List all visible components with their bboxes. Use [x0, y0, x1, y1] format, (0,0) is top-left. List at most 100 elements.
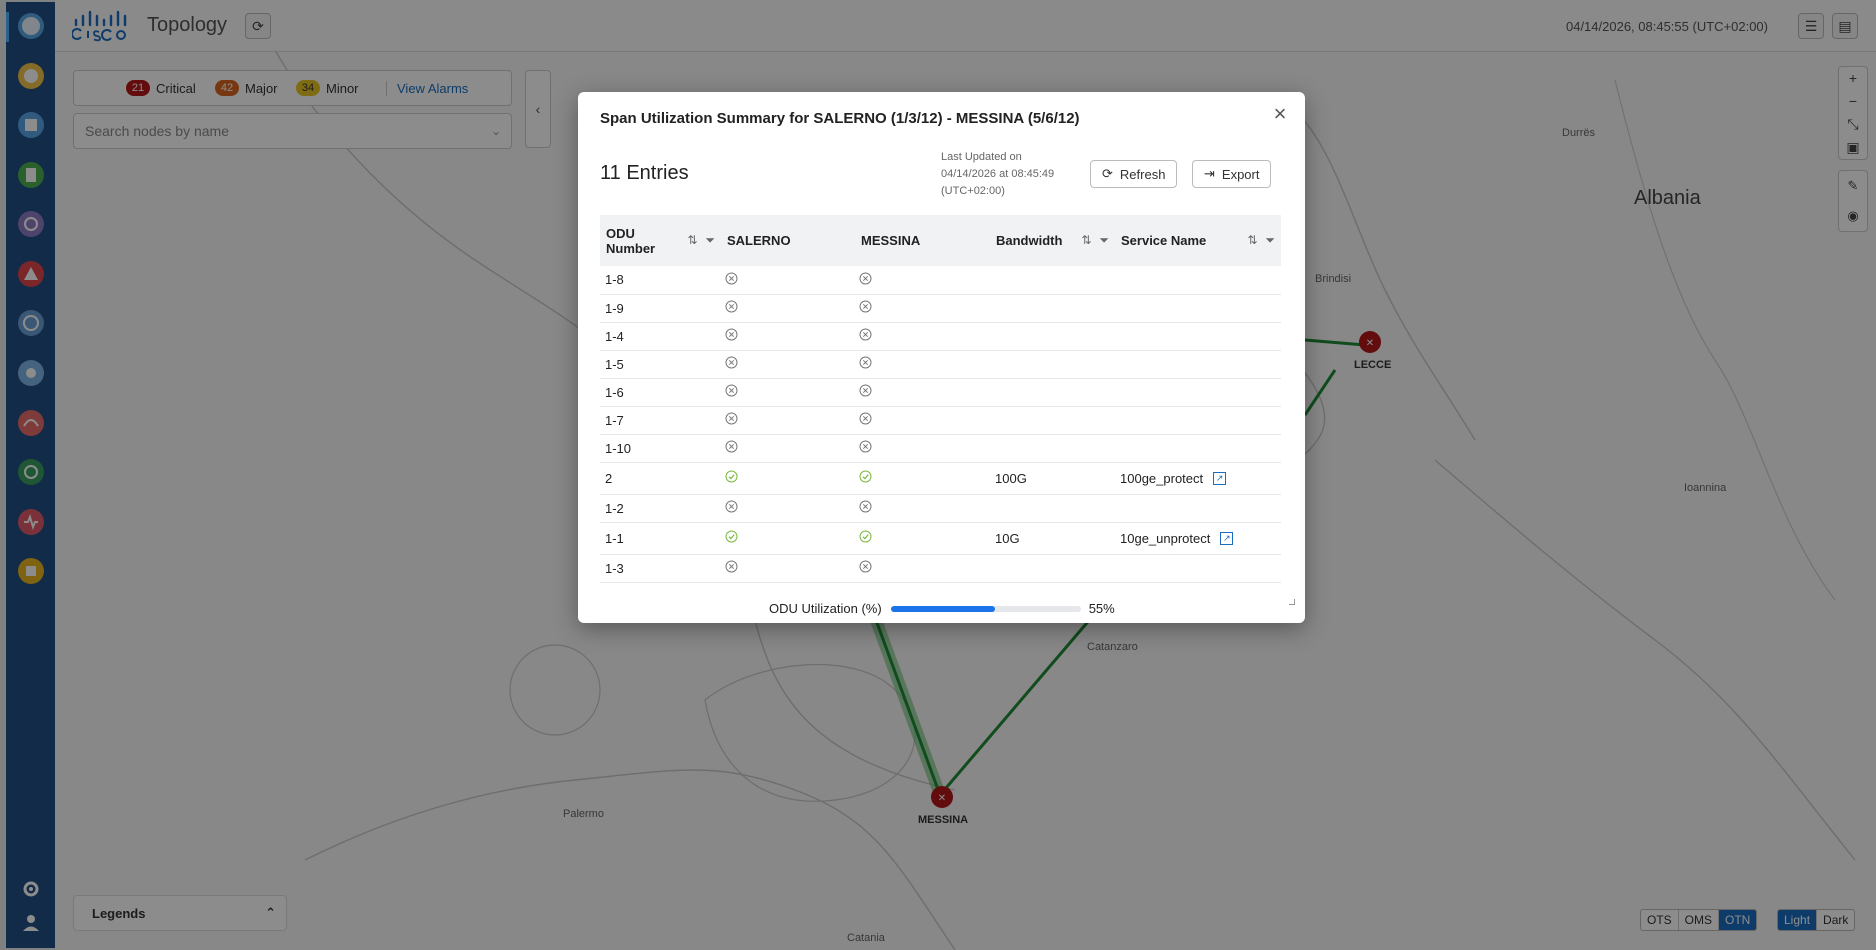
cell-odu-number: 1-7 [600, 406, 721, 435]
cell-bandwidth [990, 378, 1115, 407]
cell-salerno-status [721, 554, 855, 583]
x-circle-icon [725, 440, 738, 453]
utilization-label: ODU Utilization (%) [769, 601, 882, 616]
cell-odu-number: 1-6 [600, 378, 721, 407]
table-row: 1-4 [600, 322, 1281, 351]
cell-messina-status [855, 554, 990, 583]
cell-salerno-status [721, 294, 855, 323]
col-odu-label-line1: ODU [606, 225, 635, 241]
x-circle-icon [859, 328, 872, 341]
cell-odu-number: 1-1 [600, 522, 721, 555]
check-circle-icon [725, 530, 738, 543]
x-circle-icon [725, 412, 738, 425]
cell-service-name [1115, 554, 1281, 583]
odu-utilization: ODU Utilization (%) 55% [769, 601, 1115, 616]
x-circle-icon [859, 384, 872, 397]
odu-table: ODU Number ⇅ ⏷ SALERNO MESSINA Bandwidth… [600, 215, 1281, 583]
x-circle-icon [859, 500, 872, 513]
cell-bandwidth [990, 266, 1115, 295]
last-updated-info: Last Updated on 04/14/2026 at 08:45:49 (… [941, 149, 1071, 200]
x-circle-icon [725, 356, 738, 369]
refresh-icon: ⟳ [1102, 166, 1113, 181]
cell-salerno-status [721, 522, 855, 555]
cell-odu-number: 1-5 [600, 350, 721, 379]
resize-handle[interactable] [1289, 599, 1295, 605]
sort-icon[interactable]: ⇅ [1081, 233, 1091, 248]
utilization-value: 55% [1088, 601, 1115, 616]
cell-service-name [1115, 406, 1281, 435]
utilization-bar [890, 605, 1081, 612]
cell-salerno-status [721, 406, 855, 435]
cell-messina-status [855, 294, 990, 323]
cell-bandwidth: 100G [990, 462, 1115, 495]
utilization-bar-fill [890, 605, 996, 612]
check-circle-icon [859, 530, 872, 543]
x-circle-icon [859, 440, 872, 453]
cell-odu-number: 1-10 [600, 434, 721, 463]
x-circle-icon [725, 272, 738, 285]
x-circle-icon [725, 300, 738, 313]
close-icon[interactable]: × [1269, 103, 1291, 126]
cell-service-name [1115, 322, 1281, 351]
x-circle-icon [725, 500, 738, 513]
cell-odu-number: 1-4 [600, 322, 721, 351]
filter-icon[interactable]: ⏷ [1099, 233, 1109, 248]
col-messina: MESSINA [855, 215, 990, 266]
export-icon: ⇥ [1204, 166, 1215, 181]
cell-salerno-status [721, 322, 855, 351]
x-circle-icon [859, 300, 872, 313]
filter-icon[interactable]: ⏷ [1265, 233, 1275, 248]
external-link-icon[interactable]: ↗ [1220, 531, 1234, 545]
col-salerno: SALERNO [721, 215, 855, 266]
cell-odu-number: 1-8 [600, 266, 721, 295]
sort-icon[interactable]: ⇅ [687, 233, 697, 248]
cell-messina-status [855, 350, 990, 379]
table-row: 1-10 [600, 434, 1281, 463]
cell-service-name [1115, 378, 1281, 407]
cell-bandwidth [990, 494, 1115, 523]
x-circle-icon [859, 412, 872, 425]
x-circle-icon [859, 356, 872, 369]
refresh-button[interactable]: ⟳ Refresh [1090, 160, 1178, 188]
sort-icon[interactable]: ⇅ [1247, 233, 1257, 248]
export-button-label: Export [1221, 166, 1260, 182]
filter-icon[interactable]: ⏷ [705, 233, 715, 248]
col-bandwidth: Bandwidth ⇅ ⏷ [990, 215, 1115, 266]
cell-salerno-status [721, 350, 855, 379]
span-utilization-dialog: Span Utilization Summary for SALERNO (1/… [578, 92, 1305, 623]
cell-bandwidth [990, 434, 1115, 463]
table-row: 1-5 [600, 350, 1281, 379]
cell-odu-number: 1-9 [600, 294, 721, 323]
col-odu-label-line2: Number [606, 240, 656, 256]
cell-messina-status [855, 322, 990, 351]
table-row: 1-3 [600, 554, 1281, 583]
cell-service-name [1115, 266, 1281, 295]
table-header-row: ODU Number ⇅ ⏷ SALERNO MESSINA Bandwidth… [600, 215, 1281, 266]
cell-bandwidth [990, 350, 1115, 379]
x-circle-icon [725, 328, 738, 341]
table-row: 1-9 [600, 294, 1281, 323]
cell-bandwidth [990, 322, 1115, 351]
table-row: 1-6 [600, 378, 1281, 407]
x-circle-icon [725, 384, 738, 397]
cell-messina-status [855, 378, 990, 407]
cell-messina-status [855, 522, 990, 555]
cell-messina-status [855, 494, 990, 523]
table-row: 1-2 [600, 494, 1281, 523]
cell-salerno-status [721, 462, 855, 495]
service-link[interactable]: 100ge_protect [1120, 471, 1203, 486]
last-updated-label: Last Updated on [941, 151, 1022, 163]
col-odu-label: ODU Number [606, 226, 655, 256]
table-row: 2 100G 100ge_protect ↗ [600, 462, 1281, 495]
col-service-label: Service Name [1121, 233, 1207, 248]
external-link-icon[interactable]: ↗ [1213, 471, 1227, 485]
cell-salerno-status [721, 434, 855, 463]
service-link[interactable]: 10ge_unprotect [1120, 531, 1210, 546]
cell-salerno-status [721, 266, 855, 295]
cell-salerno-status [721, 378, 855, 407]
export-button[interactable]: ⇥ Export [1192, 160, 1272, 188]
col-bandwidth-label: Bandwidth [996, 233, 1063, 248]
cell-bandwidth [990, 554, 1115, 583]
cell-service-name [1115, 350, 1281, 379]
last-updated-tz: (UTC+02:00) [941, 185, 1005, 197]
